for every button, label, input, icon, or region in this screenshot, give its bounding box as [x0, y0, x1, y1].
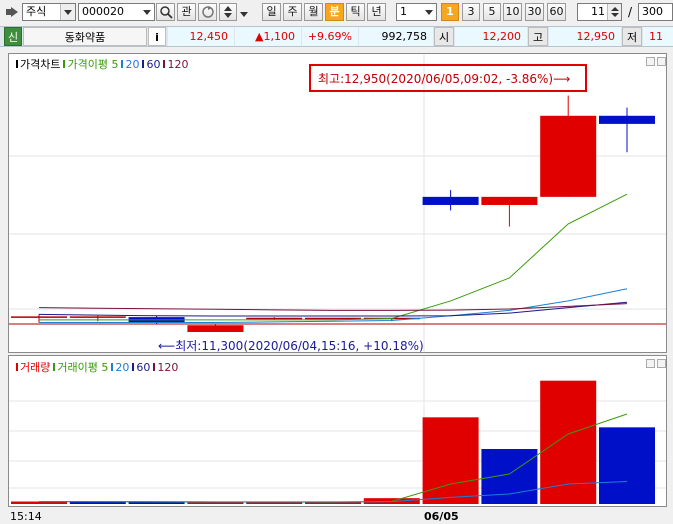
- updown-arrows-icon: [224, 6, 232, 18]
- candle-body-8: [481, 196, 538, 205]
- count-input[interactable]: 11: [577, 3, 622, 21]
- window-icon[interactable]: [5, 5, 20, 19]
- x-axis: [0, 507, 673, 524]
- volume-chart-plot[interactable]: [9, 356, 666, 506]
- x-axis-label-start: 15:14: [10, 510, 42, 523]
- stock-name: 동화약품: [23, 27, 147, 46]
- high-annotation: 최고:12,950(2020/06/05,09:02, -3.86%)⟶: [318, 72, 571, 86]
- candle-body-7: [422, 196, 479, 205]
- volume-bar-3: [187, 502, 244, 504]
- new-badge: 신: [4, 27, 22, 46]
- period-button-5[interactable]: 년: [367, 3, 386, 21]
- volume-bar-10: [599, 427, 655, 504]
- candle-body-3: [187, 325, 244, 332]
- search-button[interactable]: [156, 3, 175, 21]
- open-price: 12,200: [455, 27, 527, 46]
- x-axis-label-date: 06/05: [424, 510, 459, 523]
- volume-bar-7: [422, 417, 479, 504]
- refresh-button[interactable]: [198, 3, 217, 21]
- high-price: 12,950: [549, 27, 621, 46]
- count-stepper[interactable]: [607, 4, 621, 20]
- total-count-input[interactable]: 300: [638, 3, 673, 21]
- count-input-value: 11: [591, 5, 605, 18]
- volume-moving-average-ma20: [39, 481, 628, 503]
- candle-body-10: [599, 115, 655, 124]
- period-button-1[interactable]: 주: [283, 3, 302, 21]
- interval-button-4[interactable]: 30: [525, 3, 544, 21]
- low-price: 11: [643, 27, 673, 46]
- info-button[interactable]: i: [148, 27, 166, 46]
- volume-bar-8: [481, 449, 538, 504]
- period-button-3[interactable]: 분: [325, 3, 344, 21]
- current-price: 12,450: [168, 27, 234, 46]
- change-percent: +9.69%: [302, 27, 358, 46]
- price-chart-plot[interactable]: [9, 54, 666, 352]
- prev-next-stepper[interactable]: [219, 3, 237, 21]
- interval-button-5[interactable]: 60: [547, 3, 566, 21]
- moving-average-ma20: [39, 288, 628, 324]
- market-select[interactable]: 주식: [22, 3, 76, 21]
- search-icon: [159, 6, 173, 19]
- period-button-0[interactable]: 일: [262, 3, 281, 21]
- period-button-2[interactable]: 월: [304, 3, 323, 21]
- interval-select[interactable]: 1: [396, 3, 437, 21]
- volume-bar-4: [246, 502, 303, 504]
- low-annotation: ⟵최저:11,300(2020/06/04,15:16, +10.18%): [158, 339, 424, 353]
- count-slash: /: [628, 5, 633, 19]
- moving-average-ma5: [39, 193, 628, 321]
- candle-body-9: [540, 115, 597, 197]
- interval-button-1[interactable]: 3: [462, 3, 480, 21]
- price-change: ▲1,100: [235, 27, 301, 46]
- refresh-icon: [201, 6, 214, 18]
- total-count-value: 300: [642, 5, 663, 18]
- chevron-down-icon[interactable]: [422, 4, 436, 20]
- stock-code-value: 000020: [82, 5, 124, 18]
- interval-select-value: 1: [400, 5, 407, 18]
- volume-bar-9: [540, 380, 597, 504]
- period-button-4[interactable]: 틱: [346, 3, 365, 21]
- market-select-value: 주식: [26, 5, 47, 18]
- high-label: 고: [528, 27, 548, 46]
- chevron-down-icon[interactable]: [240, 8, 248, 17]
- stock-code-input[interactable]: 000020: [78, 3, 155, 21]
- interval-button-3[interactable]: 10: [503, 3, 522, 21]
- interval-button-0[interactable]: 1: [441, 3, 459, 21]
- open-label: 시: [434, 27, 454, 46]
- kwan-label: 관: [181, 5, 192, 18]
- chevron-down-icon[interactable]: [60, 4, 75, 20]
- kwan-button[interactable]: 관: [177, 3, 196, 21]
- interval-button-2[interactable]: 5: [483, 3, 501, 21]
- low-label: 저: [622, 27, 642, 46]
- updown-arrows-icon: [611, 7, 619, 17]
- chevron-down-icon[interactable]: [140, 4, 154, 20]
- trade-volume: 992,758: [359, 27, 433, 46]
